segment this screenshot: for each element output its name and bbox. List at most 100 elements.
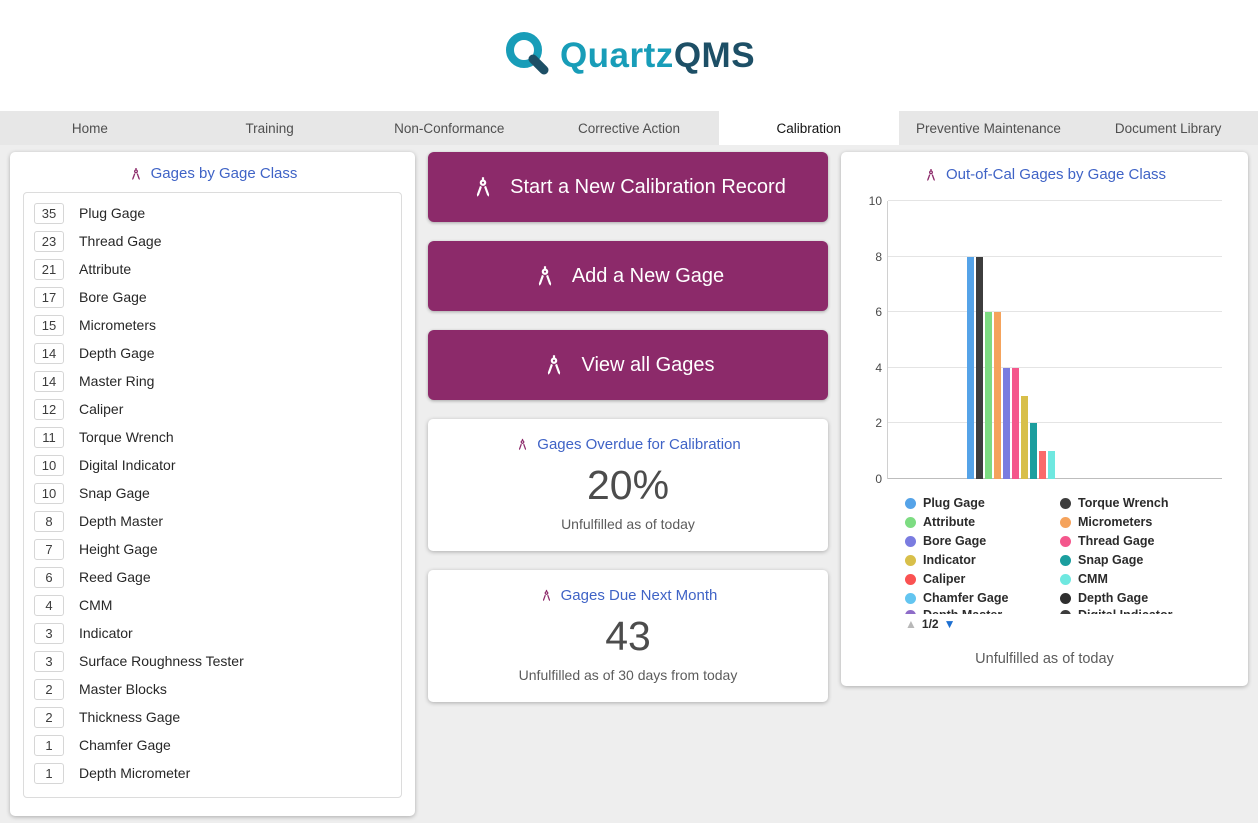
legend-item-thread-gage[interactable]: Thread Gage [1060, 533, 1232, 550]
bar-plug-gage[interactable] [967, 256, 974, 479]
due-next-month-title: Gages Due Next Month [442, 587, 814, 604]
compass-icon [470, 174, 496, 200]
view-gages-button[interactable]: View all Gages [428, 330, 828, 400]
out-of-cal-chart-card: Out-of-Cal Gages by Gage Class 0 2 4 6 8 10 P… [841, 152, 1248, 686]
bar-bore-gage[interactable] [1003, 367, 1010, 479]
add-gage-button[interactable]: Add a New Gage [428, 241, 828, 311]
legend-item-indicator[interactable]: Indicator [905, 552, 1060, 569]
y-axis-tick-8: 8 [875, 249, 882, 264]
gage-class-row-master-blocks[interactable]: 2 Master Blocks [24, 675, 401, 703]
tab-non-conformance[interactable]: Non-Conformance [359, 111, 539, 145]
gage-class-label: Master Ring [79, 373, 155, 389]
legend-item-snap-gage[interactable]: Snap Gage [1060, 552, 1232, 569]
legend-dot-caliper [905, 574, 916, 585]
legend-dot-attribute [905, 517, 916, 528]
gage-class-row-cmm[interactable]: 4 CMM [24, 591, 401, 619]
gage-class-row-caliper[interactable]: 12 Caliper [24, 395, 401, 423]
gage-count: 14 [34, 342, 64, 364]
legend-dot-torque-wrench [1060, 498, 1071, 509]
legend-dot-cmm [1060, 574, 1071, 585]
gage-count: 14 [34, 370, 64, 392]
gage-class-row-master-ring[interactable]: 14 Master Ring [24, 367, 401, 395]
gage-class-row-bore-gage[interactable]: 17 Bore Gage [24, 283, 401, 311]
legend-item-attribute[interactable]: Attribute [905, 514, 1060, 531]
tab-preventive-maintenance[interactable]: Preventive Maintenance [899, 111, 1079, 145]
tab-corrective-action[interactable]: Corrective Action [539, 111, 719, 145]
legend-dot-chamfer-gage [905, 593, 916, 604]
gage-class-row-digital-indicator[interactable]: 10 Digital Indicator [24, 451, 401, 479]
gages-by-class-card: Gages by Gage Class 35 Plug Gage 23 Thread … [10, 152, 415, 816]
gage-class-label: Snap Gage [79, 485, 150, 501]
gage-class-row-plug-gage[interactable]: 35 Plug Gage [24, 199, 401, 227]
legend-item-caliper[interactable]: Caliper [905, 571, 1060, 588]
gage-class-row-surface-roughness-tester[interactable]: 3 Surface Roughness Tester [24, 647, 401, 675]
chart-legend: Plug Gage Torque Wrench Attribute Micromete… [905, 495, 1232, 607]
gage-class-label: Depth Gage [79, 345, 155, 361]
legend-item-cmm[interactable]: CMM [1060, 571, 1232, 588]
legend-page-down-icon[interactable]: ▼ [944, 617, 956, 631]
tab-calibration[interactable]: Calibration [718, 111, 899, 145]
gage-count: 12 [34, 398, 64, 420]
gage-class-row-depth-micrometer[interactable]: 1 Depth Micrometer [24, 759, 401, 787]
bar-snap-gage[interactable] [1030, 423, 1037, 479]
gage-class-row-depth-master[interactable]: 8 Depth Master [24, 507, 401, 535]
out-of-cal-chart-title: Out-of-Cal Gages by Gage Class [857, 166, 1232, 183]
middle-column: Start a New Calibration Record Add a New… [428, 152, 828, 702]
legend-item-plug-gage[interactable]: Plug Gage [905, 495, 1060, 512]
gage-count: 15 [34, 314, 64, 336]
legend-item-micrometers[interactable]: Micrometers [1060, 514, 1232, 531]
gage-class-row-height-gage[interactable]: 7 Height Gage [24, 535, 401, 563]
legend-label: Depth Gage [1078, 591, 1149, 605]
gage-class-row-attribute[interactable]: 21 Attribute [24, 255, 401, 283]
gage-class-row-micrometers[interactable]: 15 Micrometers [24, 311, 401, 339]
gage-class-row-thickness-gage[interactable]: 2 Thickness Gage [24, 703, 401, 731]
gage-count: 35 [34, 202, 64, 224]
legend-item-bore-gage[interactable]: Bore Gage [905, 533, 1060, 550]
legend-item-depth-master[interactable]: Depth Master [905, 607, 1060, 614]
bar-torque-wrench[interactable] [976, 256, 983, 479]
legend-item-digital-indicator[interactable]: Digital Indicator [1060, 607, 1232, 614]
gridline-4 [888, 366, 1222, 368]
bar-micrometers[interactable] [994, 312, 1001, 479]
gage-class-row-thread-gage[interactable]: 23 Thread Gage [24, 227, 401, 255]
gage-class-row-indicator[interactable]: 3 Indicator [24, 619, 401, 647]
legend-label: Torque Wrench [1078, 496, 1169, 510]
gridline-0 [888, 478, 1222, 479]
chart-bars [967, 201, 1055, 479]
start-calibration-button[interactable]: Start a New Calibration Record [428, 152, 828, 222]
compass-icon [539, 588, 554, 603]
legend-label: Indicator [923, 553, 976, 567]
gage-class-row-torque-wrench[interactable]: 11 Torque Wrench [24, 423, 401, 451]
bar-cmm[interactable] [1048, 451, 1055, 479]
bar-thread-gage[interactable] [1012, 367, 1019, 479]
legend-label: CMM [1078, 572, 1108, 586]
due-next-month-card: Gages Due Next Month 43 Unfulfilled as o… [428, 570, 828, 702]
legend-dot-depth-gage [1060, 593, 1071, 604]
legend-item-chamfer-gage[interactable]: Chamfer Gage [905, 590, 1060, 607]
gage-class-row-reed-gage[interactable]: 6 Reed Gage [24, 563, 401, 591]
due-next-month-title-text: Gages Due Next Month [560, 587, 718, 604]
gage-class-label: Surface Roughness Tester [79, 653, 244, 669]
legend-item-torque-wrench[interactable]: Torque Wrench [1060, 495, 1232, 512]
legend-page-up-icon[interactable]: ▲ [905, 617, 917, 631]
app-header: QuartzQMS [0, 0, 1258, 111]
gage-class-row-depth-gage[interactable]: 14 Depth Gage [24, 339, 401, 367]
legend-label: Chamfer Gage [923, 591, 1009, 605]
overdue-percentage: 20% [586, 462, 670, 508]
bar-indicator[interactable] [1021, 395, 1028, 479]
gage-class-row-snap-gage[interactable]: 10 Snap Gage [24, 479, 401, 507]
gage-class-label: Chamfer Gage [79, 737, 171, 753]
gage-class-row-chamfer-gage[interactable]: 1 Chamfer Gage [24, 731, 401, 759]
gage-class-label: Indicator [79, 625, 133, 641]
gage-class-label: Depth Master [79, 513, 164, 529]
view-gages-label: View all Gages [581, 353, 715, 376]
tab-home[interactable]: Home [0, 111, 180, 145]
bar-attribute[interactable] [985, 312, 992, 479]
legend-item-depth-gage[interactable]: Depth Gage [1060, 590, 1232, 607]
compass-icon [923, 167, 939, 183]
legend-label: Micrometers [1078, 515, 1153, 529]
chart-footer-text: Unfulfilled as of today [975, 651, 1114, 667]
tab-document-library[interactable]: Document Library [1078, 111, 1258, 145]
tab-training[interactable]: Training [180, 111, 360, 145]
bar-caliper[interactable] [1039, 451, 1046, 479]
